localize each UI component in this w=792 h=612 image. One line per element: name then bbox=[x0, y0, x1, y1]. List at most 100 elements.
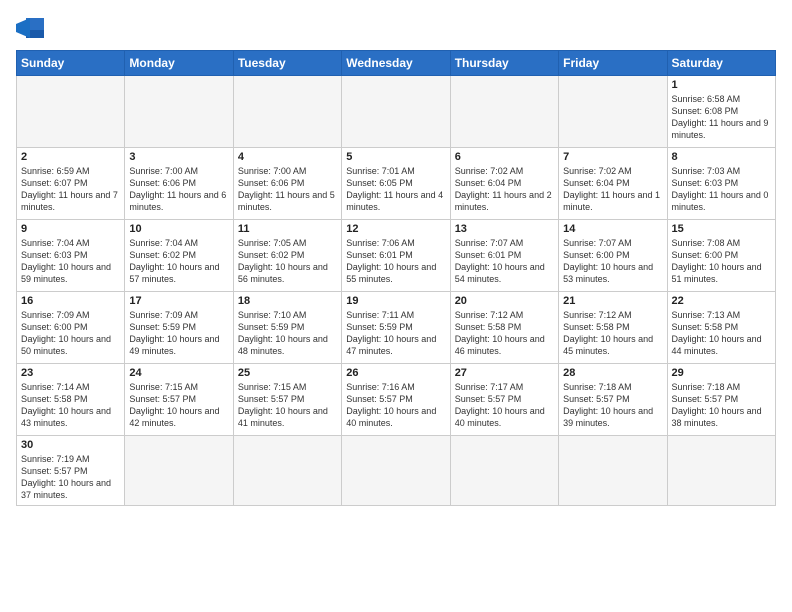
calendar-cell: 3Sunrise: 7:00 AM Sunset: 6:06 PM Daylig… bbox=[125, 148, 233, 220]
week-row-1: 1 Sunrise: 6:58 AM Sunset: 6:08 PM Daylig… bbox=[17, 76, 776, 148]
day-info: Sunrise: 7:15 AM Sunset: 5:57 PM Dayligh… bbox=[129, 381, 228, 430]
calendar-cell: 13Sunrise: 7:07 AM Sunset: 6:01 PM Dayli… bbox=[450, 220, 558, 292]
calendar-cell bbox=[17, 76, 125, 148]
calendar-cell bbox=[342, 436, 450, 506]
calendar-cell: 12 Sunrise: 7:06 AM Sunset: 6:01 PM Dayli… bbox=[342, 220, 450, 292]
calendar-cell: 19 Sunrise: 7:11 AM Sunset: 5:59 PM Dayli… bbox=[342, 292, 450, 364]
calendar-cell bbox=[233, 76, 341, 148]
week-row-2: 2Sunrise: 6:59 AM Sunset: 6:07 PM Daylig… bbox=[17, 148, 776, 220]
day-info: Sunrise: 7:18 AM Sunset: 5:57 PM Dayligh… bbox=[672, 381, 771, 430]
day-info: Sunrise: 7:05 AM Sunset: 6:02 PM Dayligh… bbox=[238, 237, 337, 286]
day-number: 24 bbox=[129, 367, 228, 379]
calendar-cell bbox=[667, 436, 775, 506]
day-info: Sunrise: 6:58 AM Sunset: 6:08 PM Dayligh… bbox=[672, 93, 771, 142]
day-number: 30 bbox=[21, 439, 120, 451]
day-info: Sunrise: 7:09 AM Sunset: 6:00 PM Dayligh… bbox=[21, 309, 120, 358]
day-info: Sunrise: 7:02 AM Sunset: 6:04 PM Dayligh… bbox=[455, 165, 554, 214]
day-number: 16 bbox=[21, 295, 120, 307]
calendar-cell: 9Sunrise: 7:04 AM Sunset: 6:03 PM Daylig… bbox=[17, 220, 125, 292]
day-number: 6 bbox=[455, 151, 554, 163]
weekday-header-monday: Monday bbox=[125, 51, 233, 76]
day-info: Sunrise: 7:06 AM Sunset: 6:01 PM Dayligh… bbox=[346, 237, 445, 286]
day-info: Sunrise: 6:59 AM Sunset: 6:07 PM Dayligh… bbox=[21, 165, 120, 214]
calendar-cell bbox=[125, 76, 233, 148]
day-info: Sunrise: 7:07 AM Sunset: 6:01 PM Dayligh… bbox=[455, 237, 554, 286]
day-number: 20 bbox=[455, 295, 554, 307]
day-number: 22 bbox=[672, 295, 771, 307]
day-info: Sunrise: 7:09 AM Sunset: 5:59 PM Dayligh… bbox=[129, 309, 228, 358]
calendar-cell bbox=[450, 436, 558, 506]
calendar-cell bbox=[450, 76, 558, 148]
weekday-header-wednesday: Wednesday bbox=[342, 51, 450, 76]
day-number: 1 bbox=[672, 79, 771, 91]
day-info: Sunrise: 7:12 AM Sunset: 5:58 PM Dayligh… bbox=[563, 309, 662, 358]
weekday-header-saturday: Saturday bbox=[667, 51, 775, 76]
week-row-5: 23 Sunrise: 7:14 AM Sunset: 5:58 PM Dayli… bbox=[17, 364, 776, 436]
calendar-cell: 2Sunrise: 6:59 AM Sunset: 6:07 PM Daylig… bbox=[17, 148, 125, 220]
calendar-cell: 1 Sunrise: 6:58 AM Sunset: 6:08 PM Daylig… bbox=[667, 76, 775, 148]
day-info: Sunrise: 7:04 AM Sunset: 6:03 PM Dayligh… bbox=[21, 237, 120, 286]
day-number: 12 bbox=[346, 223, 445, 235]
weekday-header-row: SundayMondayTuesdayWednesdayThursdayFrid… bbox=[17, 51, 776, 76]
day-info: Sunrise: 7:08 AM Sunset: 6:00 PM Dayligh… bbox=[672, 237, 771, 286]
calendar-cell: 14 Sunrise: 7:07 AM Sunset: 6:00 PM Dayli… bbox=[559, 220, 667, 292]
calendar-cell: 17 Sunrise: 7:09 AM Sunset: 5:59 PM Dayli… bbox=[125, 292, 233, 364]
day-number: 18 bbox=[238, 295, 337, 307]
calendar-cell: 25Sunrise: 7:15 AM Sunset: 5:57 PM Dayli… bbox=[233, 364, 341, 436]
day-number: 15 bbox=[672, 223, 771, 235]
calendar-cell: 22 Sunrise: 7:13 AM Sunset: 5:58 PM Dayli… bbox=[667, 292, 775, 364]
day-info: Sunrise: 7:14 AM Sunset: 5:58 PM Dayligh… bbox=[21, 381, 120, 430]
day-number: 7 bbox=[563, 151, 662, 163]
day-info: Sunrise: 7:00 AM Sunset: 6:06 PM Dayligh… bbox=[238, 165, 337, 214]
calendar-cell: 28 Sunrise: 7:18 AM Sunset: 5:57 PM Dayli… bbox=[559, 364, 667, 436]
logo bbox=[16, 16, 50, 40]
calendar-cell bbox=[342, 76, 450, 148]
day-info: Sunrise: 7:10 AM Sunset: 5:59 PM Dayligh… bbox=[238, 309, 337, 358]
day-number: 19 bbox=[346, 295, 445, 307]
page: SundayMondayTuesdayWednesdayThursdayFrid… bbox=[0, 0, 792, 612]
header bbox=[16, 16, 776, 40]
calendar-cell: 7 Sunrise: 7:02 AM Sunset: 6:04 PM Daylig… bbox=[559, 148, 667, 220]
day-number: 17 bbox=[129, 295, 228, 307]
logo-icon bbox=[16, 16, 46, 40]
calendar-cell: 10 Sunrise: 7:04 AM Sunset: 6:02 PM Dayli… bbox=[125, 220, 233, 292]
calendar-cell: 6 Sunrise: 7:02 AM Sunset: 6:04 PM Daylig… bbox=[450, 148, 558, 220]
day-number: 23 bbox=[21, 367, 120, 379]
day-info: Sunrise: 7:02 AM Sunset: 6:04 PM Dayligh… bbox=[563, 165, 662, 214]
calendar-cell: 24 Sunrise: 7:15 AM Sunset: 5:57 PM Dayli… bbox=[125, 364, 233, 436]
day-number: 10 bbox=[129, 223, 228, 235]
day-number: 25 bbox=[238, 367, 337, 379]
calendar-cell bbox=[233, 436, 341, 506]
calendar-cell: 18 Sunrise: 7:10 AM Sunset: 5:59 PM Dayli… bbox=[233, 292, 341, 364]
day-info: Sunrise: 7:17 AM Sunset: 5:57 PM Dayligh… bbox=[455, 381, 554, 430]
day-number: 27 bbox=[455, 367, 554, 379]
day-number: 26 bbox=[346, 367, 445, 379]
calendar-cell: 30 Sunrise: 7:19 AM Sunset: 5:57 PM Dayli… bbox=[17, 436, 125, 506]
day-number: 28 bbox=[563, 367, 662, 379]
day-info: Sunrise: 7:00 AM Sunset: 6:06 PM Dayligh… bbox=[129, 165, 228, 214]
calendar-cell: 20 Sunrise: 7:12 AM Sunset: 5:58 PM Dayli… bbox=[450, 292, 558, 364]
calendar-cell: 8Sunrise: 7:03 AM Sunset: 6:03 PM Daylig… bbox=[667, 148, 775, 220]
calendar-cell bbox=[559, 76, 667, 148]
day-info: Sunrise: 7:07 AM Sunset: 6:00 PM Dayligh… bbox=[563, 237, 662, 286]
day-info: Sunrise: 7:18 AM Sunset: 5:57 PM Dayligh… bbox=[563, 381, 662, 430]
day-number: 4 bbox=[238, 151, 337, 163]
day-number: 14 bbox=[563, 223, 662, 235]
weekday-header-sunday: Sunday bbox=[17, 51, 125, 76]
day-number: 11 bbox=[238, 223, 337, 235]
calendar-cell: 23 Sunrise: 7:14 AM Sunset: 5:58 PM Dayli… bbox=[17, 364, 125, 436]
week-row-4: 16 Sunrise: 7:09 AM Sunset: 6:00 PM Dayli… bbox=[17, 292, 776, 364]
day-number: 8 bbox=[672, 151, 771, 163]
day-info: Sunrise: 7:12 AM Sunset: 5:58 PM Dayligh… bbox=[455, 309, 554, 358]
calendar-cell bbox=[125, 436, 233, 506]
calendar-cell: 21Sunrise: 7:12 AM Sunset: 5:58 PM Dayli… bbox=[559, 292, 667, 364]
day-info: Sunrise: 7:19 AM Sunset: 5:57 PM Dayligh… bbox=[21, 453, 120, 502]
day-info: Sunrise: 7:04 AM Sunset: 6:02 PM Dayligh… bbox=[129, 237, 228, 286]
day-info: Sunrise: 7:11 AM Sunset: 5:59 PM Dayligh… bbox=[346, 309, 445, 358]
weekday-header-friday: Friday bbox=[559, 51, 667, 76]
calendar-cell: 16 Sunrise: 7:09 AM Sunset: 6:00 PM Dayli… bbox=[17, 292, 125, 364]
week-row-3: 9Sunrise: 7:04 AM Sunset: 6:03 PM Daylig… bbox=[17, 220, 776, 292]
calendar-cell: 11 Sunrise: 7:05 AM Sunset: 6:02 PM Dayli… bbox=[233, 220, 341, 292]
day-info: Sunrise: 7:13 AM Sunset: 5:58 PM Dayligh… bbox=[672, 309, 771, 358]
day-info: Sunrise: 7:01 AM Sunset: 6:05 PM Dayligh… bbox=[346, 165, 445, 214]
